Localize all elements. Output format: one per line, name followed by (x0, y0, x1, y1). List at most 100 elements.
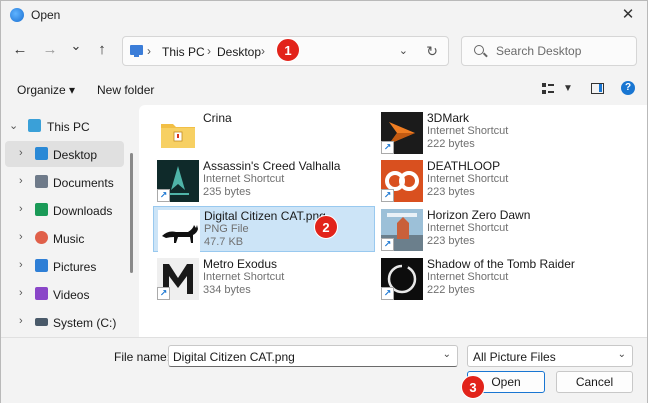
refresh-icon[interactable]: ↻ (426, 43, 438, 60)
file-name: Crina (203, 111, 232, 125)
videos-icon (35, 287, 48, 300)
file-name: Metro Exodus (203, 257, 278, 271)
back-button[interactable]: ← (9, 39, 31, 61)
annotation-badge: 1 (276, 38, 300, 62)
breadcrumb-separator-icon: › (261, 44, 265, 58)
file-type: PNG File (204, 223, 249, 235)
open-dialog: Open ✕ ← → ⌄ ↑ › This PC › Desktop › ⌄ ↻… (0, 0, 648, 403)
breadcrumb-desktop[interactable]: Desktop (217, 45, 261, 59)
file-item-assassins-creed-valhalla[interactable]: ↗ Assassin's Creed Valhalla Internet Sho… (153, 157, 375, 203)
sidebar-item-this-pc[interactable]: ⌄ This PC (1, 113, 125, 139)
file-name-combobox[interactable]: ⌄ (168, 345, 458, 367)
new-folder-button[interactable]: New folder (97, 83, 154, 97)
file-item-deathloop[interactable]: ↗ DEATHLOOP Internet Shortcut 223 bytes (377, 157, 599, 203)
chevron-right-icon[interactable]: › (19, 203, 23, 215)
breadcrumb-separator-icon: › (207, 44, 211, 58)
file-type-filter[interactable]: All Picture Files ⌄ (467, 345, 633, 367)
folder-icon (161, 124, 195, 148)
chevron-right-icon[interactable]: › (19, 175, 23, 187)
title-bar: Open ✕ (1, 1, 647, 29)
file-type: Internet Shortcut (427, 173, 509, 185)
sidebar-item-videos[interactable]: › Videos (1, 281, 125, 307)
chevron-right-icon[interactable]: › (19, 259, 23, 271)
chevron-down-icon[interactable]: ⌄ (9, 119, 18, 132)
documents-icon (35, 175, 48, 188)
file-size: 47.7 KB (204, 236, 244, 248)
recent-locations-button[interactable]: ⌄ (65, 35, 87, 57)
file-item-metro-exodus[interactable]: ↗ Metro Exodus Internet Shortcut 334 byt… (153, 255, 375, 301)
chevron-right-icon[interactable]: › (19, 315, 23, 327)
cancel-button[interactable]: Cancel (556, 371, 633, 393)
shortcut-arrow-icon: ↗ (381, 238, 394, 251)
help-icon[interactable]: ? (621, 81, 635, 95)
file-item-digital-citizen-cat[interactable]: Digital Citizen CAT.png PNG File 47.7 KB (153, 206, 375, 252)
computer-icon (130, 45, 143, 57)
music-icon (35, 231, 48, 244)
shortcut-arrow-icon: ↗ (157, 189, 170, 202)
cat-image-thumbnail (158, 210, 200, 252)
sidebar-item-label: Downloads (53, 204, 113, 218)
file-item-shadow-of-the-tomb-raider[interactable]: ↗ Shadow of the Tomb Raider Internet Sho… (377, 255, 599, 301)
search-box[interactable] (461, 36, 637, 66)
chevron-down-icon[interactable]: ⌄ (399, 44, 408, 57)
file-item-3dmark[interactable]: ↗ 3DMark Internet Shortcut 222 bytes (377, 109, 599, 155)
search-input[interactable] (496, 43, 626, 59)
command-bar: Organize ▾ New folder ▼ ? (1, 75, 647, 105)
file-size: 222 bytes (427, 284, 475, 296)
search-icon (474, 45, 484, 55)
sidebar-item-label: This PC (47, 120, 90, 134)
navigation-pane: ⌄ This PC › Desktop › Documents › Downlo… (1, 105, 139, 337)
file-size: 223 bytes (427, 186, 475, 198)
view-options-icon[interactable] (542, 83, 554, 95)
annotation-badge: 3 (461, 375, 485, 399)
close-button[interactable]: ✕ (617, 4, 639, 26)
computer-icon (28, 119, 41, 132)
window-title: Open (31, 8, 61, 22)
file-type: Internet Shortcut (427, 271, 509, 283)
sidebar-item-pictures[interactable]: › Pictures (1, 253, 125, 279)
sidebar-item-label: Videos (53, 288, 90, 302)
sidebar-item-label: System (C:) (53, 316, 117, 330)
sidebar-scrollbar[interactable] (130, 153, 133, 273)
sidebar-item-desktop[interactable]: › Desktop (5, 141, 124, 167)
chevron-right-icon[interactable]: › (19, 231, 23, 243)
desktop-icon (35, 147, 48, 160)
chevron-down-icon[interactable]: ⌄ (618, 349, 626, 360)
file-item-horizon-zero-dawn[interactable]: ↗ Horizon Zero Dawn Internet Shortcut 22… (377, 206, 599, 252)
chevron-right-icon[interactable]: › (19, 287, 23, 299)
sidebar-item-music[interactable]: › Music (1, 225, 125, 251)
preview-pane-icon[interactable] (591, 83, 604, 94)
chevron-down-icon[interactable]: ⌄ (443, 349, 451, 360)
sidebar-item-system-c[interactable]: › System (C:) (1, 309, 125, 335)
sidebar-item-label: Desktop (53, 148, 98, 162)
chevron-right-icon[interactable]: › (19, 147, 23, 159)
pictures-icon (35, 259, 48, 272)
file-name: DEATHLOOP (427, 159, 501, 173)
file-name: Digital Citizen CAT.png (204, 209, 326, 223)
dialog-footer: File name: ⌄ All Picture Files ⌄ Open Ca… (1, 337, 647, 403)
file-name: 3DMark (427, 111, 470, 125)
navigation-bar: ← → ⌄ ↑ › This PC › Desktop › ⌄ ↻ (1, 31, 647, 71)
sidebar-item-label: Pictures (53, 260, 97, 274)
breadcrumb-this-pc[interactable]: This PC (162, 45, 205, 59)
sidebar-item-documents[interactable]: › Documents (1, 169, 125, 195)
sidebar-item-downloads[interactable]: › Downloads (1, 197, 125, 223)
forward-button[interactable]: → (39, 39, 61, 61)
up-button[interactable]: ↑ (91, 39, 113, 61)
file-name-field[interactable] (173, 349, 435, 364)
file-item-crina[interactable]: Crina (153, 109, 375, 155)
file-type: Internet Shortcut (427, 125, 509, 137)
file-type-filter-value: All Picture Files (473, 350, 556, 364)
file-size: 222 bytes (427, 138, 475, 150)
annotation-badge: 2 (314, 215, 338, 239)
file-size: 223 bytes (427, 235, 475, 247)
file-name: Assassin's Creed Valhalla (203, 159, 341, 173)
file-name-label: File name: (114, 350, 171, 364)
view-dropdown-icon[interactable]: ▼ (563, 83, 573, 94)
sidebar-item-label: Documents (53, 176, 114, 190)
app-icon (10, 8, 24, 22)
file-name: Shadow of the Tomb Raider (427, 257, 575, 271)
organize-button[interactable]: Organize ▾ (17, 83, 75, 97)
shortcut-arrow-icon: ↗ (381, 189, 394, 202)
shortcut-arrow-icon: ↗ (157, 287, 170, 300)
